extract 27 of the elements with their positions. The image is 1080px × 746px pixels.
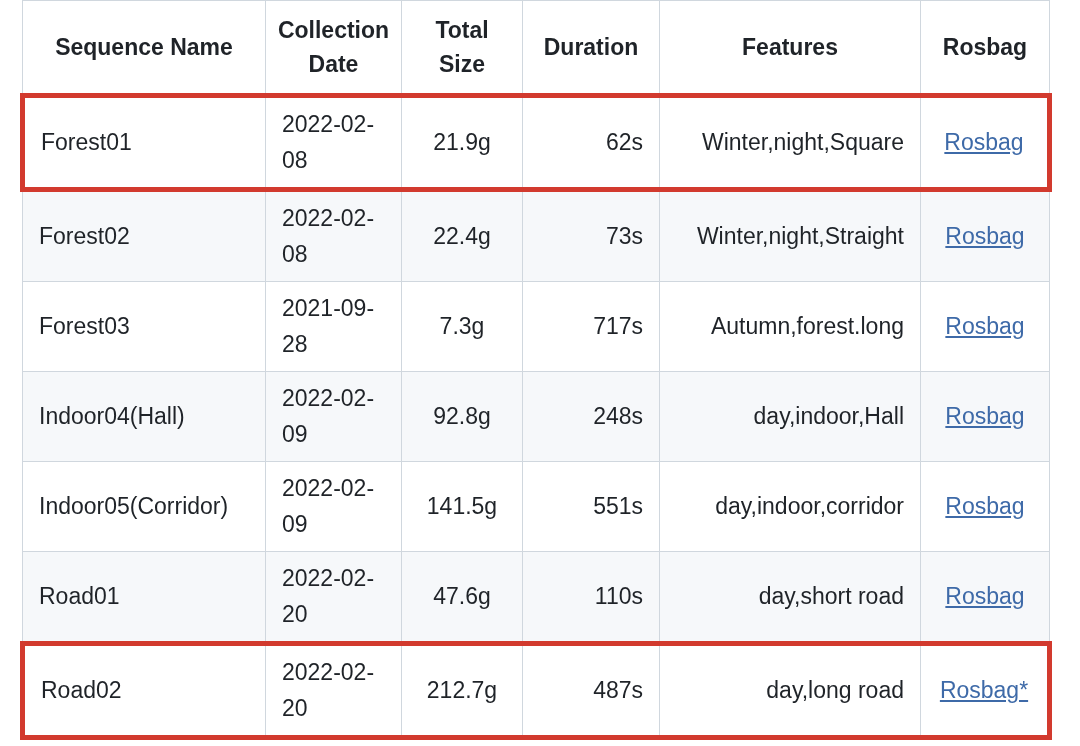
table-cell: day,indoor,corridor [659,461,921,552]
table-cell: Forest02 [22,189,266,282]
rosbag-link[interactable]: Rosbag [945,492,1025,519]
table-cell: 717s [522,281,660,372]
table-cell: 551s [522,461,660,552]
table-cell: 73s [522,189,660,282]
table-cell: 92.8g [401,371,523,462]
table-cell: 7.3g [401,281,523,372]
rosbag-link[interactable]: Rosbag* [939,676,1029,703]
table-cell: 248s [522,371,660,462]
table-cell: Forest03 [22,281,266,372]
rosbag-link[interactable]: Rosbag [944,128,1024,155]
rosbag-link[interactable]: Rosbag [945,312,1025,339]
table-cell: 22.4g [401,189,523,282]
table-cell: 2022-02-09 [265,461,402,552]
table-cell: 2022-02-09 [265,371,402,462]
rosbag-link[interactable]: Rosbag [945,222,1025,249]
table-cell: Autumn,forest.long [659,281,921,372]
table-cell: Indoor04(Hall) [22,371,266,462]
table-cell: Indoor05(Corridor) [22,461,266,552]
table-cell: 2021-09-28 [265,281,402,372]
table-cell: 141.5g [401,461,523,552]
rosbag-link[interactable]: Rosbag [945,582,1025,609]
table-cell: 2022-02-08 [265,189,402,282]
rosbag-link[interactable]: Rosbag [945,402,1025,429]
table-cell: Winter,night,Straight [659,189,921,282]
table-cell: day,indoor,Hall [659,371,921,462]
